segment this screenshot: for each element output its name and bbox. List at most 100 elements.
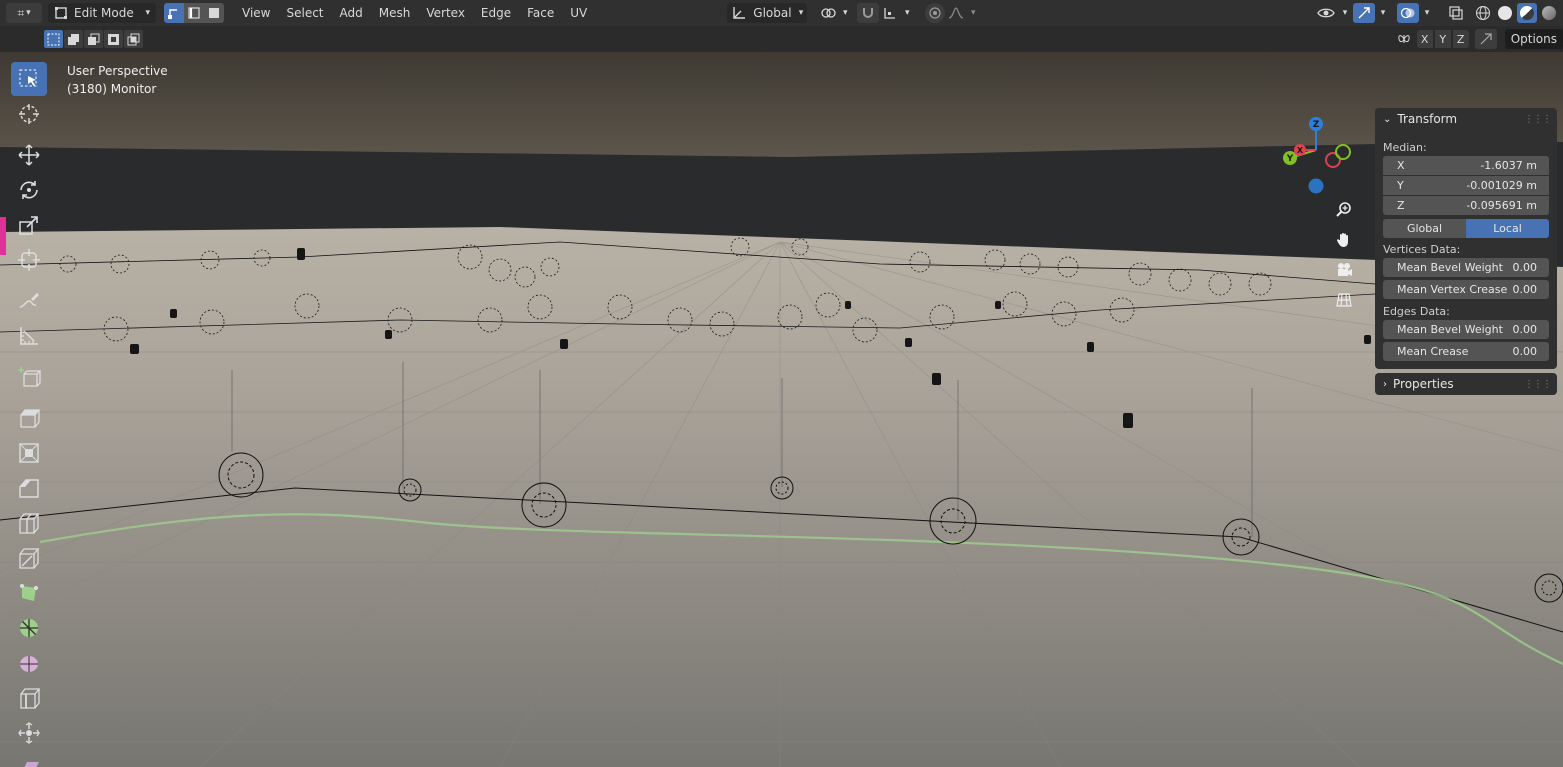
mirror-y-toggle[interactable]: Y bbox=[1434, 30, 1451, 48]
menu-uv[interactable]: UV bbox=[562, 3, 595, 23]
vertex-select-button[interactable] bbox=[164, 3, 184, 23]
menu-vertex[interactable]: Vertex bbox=[418, 3, 473, 23]
median-y-value: -0.001029 m bbox=[1466, 179, 1537, 192]
shear-tool[interactable] bbox=[11, 751, 47, 767]
vertex-mean-bevel-weight-label: Mean Bevel Weight bbox=[1397, 261, 1503, 274]
bevel-tool[interactable] bbox=[11, 471, 47, 505]
select-extend-button[interactable] bbox=[64, 30, 83, 48]
chevron-down-icon[interactable]: ▾ bbox=[1377, 8, 1389, 18]
edge-mean-bevel-weight-field[interactable]: Mean Bevel Weight 0.00 bbox=[1383, 320, 1549, 339]
edge-mean-bevel-weight-value: 0.00 bbox=[1512, 323, 1538, 336]
menu-edge[interactable]: Edge bbox=[473, 3, 519, 23]
chevron-down-icon[interactable]: ▾ bbox=[1339, 8, 1351, 18]
shading-rendered-button[interactable] bbox=[1539, 3, 1559, 23]
face-select-icon bbox=[209, 8, 219, 18]
edge-slide-tool[interactable] bbox=[11, 681, 47, 715]
auto-merge-toggle[interactable] bbox=[1474, 29, 1497, 49]
chevron-down-icon[interactable]: ▾ bbox=[967, 8, 979, 18]
projection-toggle-button[interactable] bbox=[1332, 288, 1356, 312]
annotate-tool[interactable] bbox=[11, 284, 47, 318]
rotate-tool[interactable] bbox=[11, 173, 47, 207]
scale-tool[interactable] bbox=[11, 208, 47, 242]
local-toggle[interactable]: Local bbox=[1466, 219, 1549, 238]
falloff-button[interactable] bbox=[945, 3, 967, 23]
zoom-button[interactable] bbox=[1332, 198, 1356, 222]
proportional-edit-toggle[interactable] bbox=[925, 3, 946, 23]
global-toggle[interactable]: Global bbox=[1383, 219, 1466, 238]
mean-crease-field[interactable]: Mean Crease 0.00 bbox=[1383, 342, 1549, 361]
median-z-field[interactable]: Z -0.095691 m bbox=[1383, 196, 1549, 215]
menu-view[interactable]: View bbox=[234, 3, 278, 23]
spin-tool[interactable] bbox=[11, 611, 47, 645]
loop-cut-tool[interactable] bbox=[11, 506, 47, 540]
pivot-point-button[interactable] bbox=[817, 3, 839, 23]
select-box-tool[interactable] bbox=[11, 62, 47, 96]
cursor-tool[interactable] bbox=[11, 97, 47, 131]
gizmo-neg-x[interactable] bbox=[1325, 152, 1341, 168]
chevron-down-icon[interactable]: ▾ bbox=[901, 8, 913, 18]
add-cube-tool[interactable] bbox=[11, 360, 47, 394]
shading-material-button[interactable] bbox=[1517, 3, 1537, 23]
select-new-button[interactable] bbox=[44, 30, 63, 48]
face-select-button[interactable] bbox=[204, 3, 224, 23]
mirror-button[interactable] bbox=[1393, 29, 1415, 49]
menu-select[interactable]: Select bbox=[278, 3, 331, 23]
camera-icon bbox=[1338, 263, 1352, 276]
editor-type-button[interactable]: ⌗ ▾ bbox=[6, 3, 42, 23]
xray-toggle[interactable] bbox=[1445, 3, 1467, 23]
transform-orientation-select[interactable]: Global ▾ bbox=[727, 3, 808, 23]
gizmo-z-label: Z bbox=[1313, 120, 1320, 130]
measure-tool[interactable] bbox=[11, 319, 47, 353]
mean-vertex-crease-field[interactable]: Mean Vertex Crease 0.00 bbox=[1383, 280, 1549, 299]
camera-view-button[interactable] bbox=[1332, 258, 1356, 282]
select-invert-icon bbox=[108, 33, 119, 45]
overlays-toggle[interactable] bbox=[1397, 3, 1419, 23]
vertex-mean-bevel-weight-field[interactable]: Mean Bevel Weight 0.00 bbox=[1383, 258, 1549, 277]
menu-add[interactable]: Add bbox=[332, 3, 371, 23]
gizmo-neg-y[interactable] bbox=[1335, 144, 1351, 160]
poly-build-tool[interactable] bbox=[11, 576, 47, 610]
select-invert-button[interactable] bbox=[104, 30, 123, 48]
drag-grip-icon[interactable]: ⋮⋮⋮ bbox=[1524, 114, 1552, 125]
menu-mesh[interactable]: Mesh bbox=[371, 3, 419, 23]
extrude-tool[interactable] bbox=[11, 401, 47, 435]
knife-tool[interactable] bbox=[11, 541, 47, 575]
select-intersect-button[interactable] bbox=[124, 30, 143, 48]
header-menu: View Select Add Mesh Vertex Edge Face UV bbox=[234, 3, 595, 23]
drag-grip-icon[interactable]: ⋮⋮⋮ bbox=[1524, 379, 1552, 390]
transform-panel-title: Transform bbox=[1397, 112, 1458, 126]
selection-mode-group bbox=[44, 30, 143, 48]
transform-panel-header[interactable]: ⌄ Transform ⋮⋮⋮ bbox=[1375, 108, 1557, 130]
gizmo-neg-z[interactable] bbox=[1308, 178, 1324, 194]
shading-wireframe-button[interactable] bbox=[1473, 3, 1493, 23]
median-x-field[interactable]: X -1.6037 m bbox=[1383, 156, 1549, 175]
options-button[interactable]: Options bbox=[1504, 29, 1563, 49]
pan-button[interactable] bbox=[1332, 228, 1356, 252]
shading-solid-button[interactable] bbox=[1495, 3, 1515, 23]
move-tool[interactable] bbox=[11, 138, 47, 172]
gizmo-toggle[interactable] bbox=[1353, 3, 1375, 23]
smooth-icon bbox=[20, 656, 38, 672]
tool-settings-right: X Y Z Options bbox=[1393, 26, 1563, 52]
median-y-field[interactable]: Y -0.001029 m bbox=[1383, 176, 1549, 195]
visibility-button[interactable] bbox=[1315, 3, 1337, 23]
navigation-gizmo[interactable]: Z Y X bbox=[1276, 112, 1356, 196]
auto-merge-icon bbox=[1480, 33, 1492, 45]
chevron-down-icon[interactable]: ▾ bbox=[839, 8, 851, 18]
shrink-fatten-tool[interactable] bbox=[11, 716, 47, 750]
snap-target-button[interactable] bbox=[879, 3, 901, 23]
properties-panel-header[interactable]: › Properties ⋮⋮⋮ bbox=[1375, 373, 1557, 395]
select-subtract-button[interactable] bbox=[84, 30, 103, 48]
mirror-z-toggle[interactable]: Z bbox=[1452, 30, 1469, 48]
ruler-icon bbox=[20, 327, 38, 345]
3d-viewport[interactable]: User Perspective (3180) Monitor Z Y X ⌄ … bbox=[0, 52, 1563, 767]
smooth-tool[interactable] bbox=[11, 646, 47, 680]
edge-select-button[interactable] bbox=[184, 3, 204, 23]
mode-select[interactable]: Edit Mode ▾ bbox=[48, 3, 156, 23]
mirror-x-toggle[interactable]: X bbox=[1416, 30, 1433, 48]
chevron-down-icon[interactable]: ▾ bbox=[1421, 8, 1433, 18]
menu-face[interactable]: Face bbox=[519, 3, 562, 23]
inset-tool[interactable] bbox=[11, 436, 47, 470]
transform-tool[interactable] bbox=[11, 243, 47, 277]
snap-toggle[interactable] bbox=[857, 3, 880, 23]
